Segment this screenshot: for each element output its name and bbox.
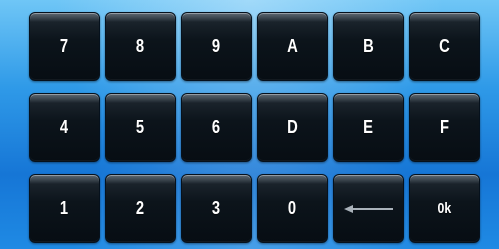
key-label: 7 [60, 36, 69, 56]
key-1[interactable]: 1 [29, 174, 100, 243]
key-label: E [363, 117, 374, 137]
key-3[interactable]: 3 [181, 174, 252, 243]
key-label: 4 [60, 117, 69, 137]
key-f[interactable]: F [409, 93, 480, 162]
backspace-arrow-icon [343, 204, 393, 213]
key-0[interactable]: 0 [257, 174, 328, 243]
key-8[interactable]: 8 [105, 12, 176, 81]
key-a[interactable]: A [257, 12, 328, 81]
key-7[interactable]: 7 [29, 12, 100, 81]
key-label: 2 [136, 198, 145, 218]
key-label: 5 [136, 117, 145, 137]
key-label: 1 [60, 198, 69, 218]
key-9[interactable]: 9 [181, 12, 252, 81]
key-e[interactable]: E [333, 93, 404, 162]
key-5[interactable]: 5 [105, 93, 176, 162]
key-4[interactable]: 4 [29, 93, 100, 162]
key-label: 6 [212, 117, 221, 137]
key-c[interactable]: C [409, 12, 480, 81]
key-label: D [287, 117, 298, 137]
key-label: 9 [212, 36, 221, 56]
key-2[interactable]: 2 [105, 174, 176, 243]
key-d[interactable]: D [257, 93, 328, 162]
key-label: 8 [136, 36, 145, 56]
key-label: A [287, 36, 298, 56]
key-label: 3 [212, 198, 221, 218]
key-b[interactable]: B [333, 12, 404, 81]
key-label: B [363, 36, 374, 56]
key-6[interactable]: 6 [181, 93, 252, 162]
key-label: 0 [288, 198, 297, 218]
key-label: C [439, 36, 450, 56]
hex-keypad: 7 8 9 A B C 4 5 6 D E F 1 2 3 0 0k [0, 0, 499, 249]
key-label: F [439, 117, 450, 137]
ok-button[interactable]: 0k [409, 174, 480, 243]
ok-label: 0k [437, 200, 452, 217]
backspace-button[interactable] [333, 174, 404, 243]
